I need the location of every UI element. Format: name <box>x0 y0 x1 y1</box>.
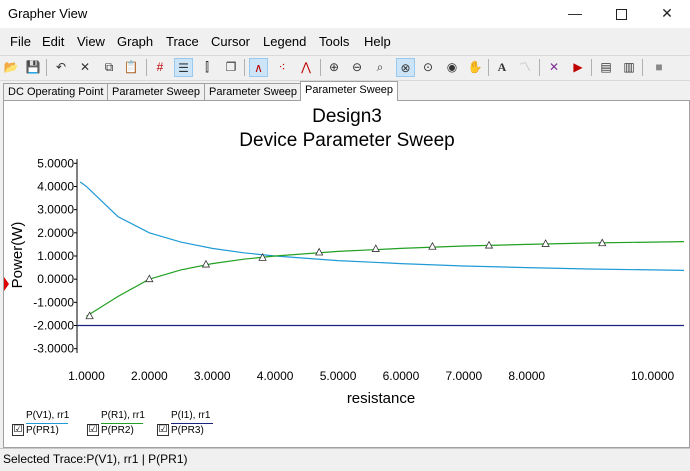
toolbar: 📂 💾 ↶ ✕ ⧉ 📋 # ☰ ⫿ ❐ ∧ ⁖ ⋀ ⊕ ⊖ ⌕ ⊗ ⊙ ◉ ✋ … <box>0 55 690 81</box>
zoom-window-icon[interactable]: ◉ <box>443 58 461 76</box>
grid-icon[interactable]: # <box>151 58 169 76</box>
tab-parameter-sweep-1[interactable]: Parameter Sweep <box>107 83 206 100</box>
export-icon[interactable]: ▶ <box>569 58 587 76</box>
graph-panel: Design3 Device Parameter Sweep 5.0000 4.000… <box>3 100 690 448</box>
delete-icon[interactable]: ✕ <box>76 58 94 76</box>
merge-traces-icon[interactable]: ✕ <box>545 58 563 76</box>
text-icon[interactable]: A <box>493 58 511 76</box>
x-tick-label: 3.0000 <box>194 369 231 383</box>
series-line-pv1[interactable] <box>79 181 685 271</box>
print-icon[interactable]: ▤ <box>597 58 615 76</box>
legend-trace-name: P(R1), rr1 <box>101 410 145 421</box>
copy-graph-icon[interactable]: ▥ <box>620 58 638 76</box>
close-icon: ✕ <box>661 5 673 21</box>
menu-help[interactable]: Help <box>364 34 391 49</box>
y-tick-label: -1.0000 <box>33 295 74 309</box>
menu-cursor[interactable]: Cursor <box>211 34 250 49</box>
legend-probe-name: P(PR1) <box>26 425 59 436</box>
plot-line-points-icon[interactable]: ⋀ <box>297 58 315 76</box>
y-tick-label: 0.0000 <box>37 272 74 286</box>
y-tick-label: 1.0000 <box>37 249 74 263</box>
menu-file[interactable]: File <box>10 34 31 49</box>
status-bar: Selected Trace:P(V1), rr1 | P(PR1) <box>0 448 690 471</box>
pan-hand-icon[interactable]: ✋ <box>466 58 484 76</box>
legend-icon[interactable]: ☰ <box>174 58 193 77</box>
legend-checkbox[interactable]: ☑ <box>12 424 24 436</box>
y-tick-label: 3.0000 <box>37 203 74 217</box>
legend-trace-name: P(V1), rr1 <box>26 410 70 421</box>
minimize-button[interactable]: — <box>552 0 598 28</box>
x-tick-label: 7.0000 <box>445 369 482 383</box>
minimize-icon: — <box>568 5 582 21</box>
legend-checkbox[interactable]: ☑ <box>157 424 169 436</box>
close-button[interactable]: ✕ <box>644 0 690 28</box>
menu-bar: File Edit View Graph Trace Cursor Legend… <box>0 31 690 53</box>
plot-points-icon[interactable]: ⁖ <box>273 58 291 76</box>
zoom-fit-icon[interactable]: ⌕ <box>371 58 389 76</box>
selected-trace-status: Selected Trace:P(V1), rr1 | P(PR1) <box>3 452 188 466</box>
menu-graph[interactable]: Graph <box>117 34 153 49</box>
x-tick-label: 5.0000 <box>320 369 357 383</box>
legend-checkbox[interactable]: ☑ <box>87 424 99 436</box>
legend-trace-name: P(I1), rr1 <box>171 410 211 421</box>
menu-trace[interactable]: Trace <box>166 34 199 49</box>
x-tick-label: 6.0000 <box>383 369 420 383</box>
y-tick-label: 5.0000 <box>37 156 74 170</box>
legend-swatch <box>26 423 68 424</box>
zoom-out-icon[interactable]: ⊖ <box>348 58 366 76</box>
legend-item-pr2[interactable]: ☑ P(R1), rr1 P(PR2) <box>87 410 147 440</box>
data-point-marker <box>315 247 324 256</box>
y-axis-label: Power(W) <box>9 222 26 289</box>
tab-parameter-sweep-2[interactable]: Parameter Sweep <box>204 83 303 100</box>
data-point-marker <box>371 244 380 252</box>
legend-swatch <box>171 423 213 424</box>
series-line-pr1[interactable] <box>86 241 685 317</box>
y-tick-label: -2.0000 <box>33 319 74 333</box>
y-tick-label: 4.0000 <box>37 179 74 193</box>
x-tick-label: 1.0000 <box>68 369 105 383</box>
copy-icon[interactable]: ⧉ <box>100 58 118 76</box>
window-title: Grapher View <box>8 6 88 21</box>
stack-icon[interactable]: ❐ <box>222 58 240 76</box>
maximize-button[interactable] <box>598 0 644 28</box>
x-tick-label: 4.0000 <box>257 369 294 383</box>
menu-tools[interactable]: Tools <box>319 34 349 49</box>
y-tick-label: 2.0000 <box>37 226 74 240</box>
x-tick-label: 10.0000 <box>631 369 675 383</box>
legend-item-pr3[interactable]: ☑ P(I1), rr1 P(PR3) <box>157 410 217 440</box>
open-folder-icon[interactable]: 📂 <box>2 58 20 76</box>
paste-icon[interactable]: 📋 <box>122 58 140 76</box>
zoom-in-icon[interactable]: ⊕ <box>325 58 343 76</box>
tab-strip: DC Operating Point Parameter Sweep Param… <box>0 81 690 101</box>
data-point-marker <box>541 239 550 247</box>
y-tick-label: -3.0000 <box>33 342 74 356</box>
zoom-y-icon[interactable]: ⊙ <box>419 58 437 76</box>
chart-subtitle: Device Parameter Sweep <box>239 130 454 151</box>
maximize-icon <box>615 9 627 20</box>
tab-dc-operating-point[interactable]: DC Operating Point <box>3 83 109 100</box>
menu-view[interactable]: View <box>77 34 105 49</box>
tab-parameter-sweep-3[interactable]: Parameter Sweep <box>300 81 399 101</box>
x-axis-label: resistance <box>347 390 415 407</box>
menu-edit[interactable]: Edit <box>42 34 64 49</box>
chart-title: Design3 <box>312 106 382 127</box>
plot-line-icon[interactable]: ∧ <box>249 58 268 77</box>
title-bar: Grapher View — ✕ <box>0 0 690 28</box>
chart[interactable]: Design3 Device Parameter Sweep 5.0000 4.000… <box>4 101 689 447</box>
legend-probe-name: P(PR3) <box>171 425 204 436</box>
zoom-x-icon[interactable]: ⊗ <box>396 58 415 77</box>
cursors-icon[interactable]: ⫿ <box>198 58 216 76</box>
legend-probe-name: P(PR2) <box>101 425 134 436</box>
x-tick-label: 2.0000 <box>131 369 168 383</box>
legend-item-pr1[interactable]: ☑ P(V1), rr1 P(PR1) <box>12 410 72 440</box>
legend-swatch <box>101 423 143 424</box>
undo-icon[interactable]: ↶ <box>52 58 70 76</box>
menu-legend[interactable]: Legend <box>263 34 306 49</box>
data-point-marker <box>428 241 437 250</box>
x-tick-label: 8.0000 <box>508 369 545 383</box>
save-icon[interactable]: 💾 <box>24 58 42 76</box>
analysis-icon[interactable]: 〽 <box>516 58 534 76</box>
stop-icon[interactable]: ■ <box>650 58 668 76</box>
